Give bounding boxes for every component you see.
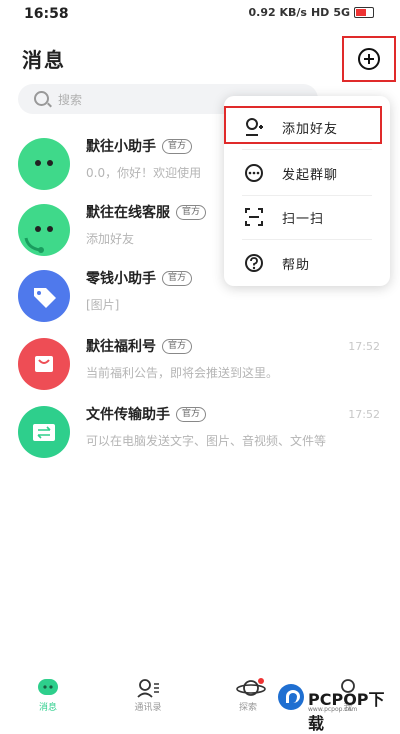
planet-icon <box>236 678 266 698</box>
battery-icon <box>354 7 374 18</box>
tab-messages[interactable]: 消息 <box>18 676 78 720</box>
conversation-name: 默往在线客服 <box>86 205 170 221</box>
tab-label: 探索 <box>238 703 257 713</box>
tab-contacts[interactable]: 通讯录 <box>118 676 178 720</box>
menu-item-help[interactable]: 帮助 <box>224 240 390 286</box>
conversation-time: 17:52 <box>348 408 380 421</box>
headset-icon <box>24 237 44 253</box>
official-badge: 官方 <box>162 270 193 286</box>
search-placeholder: 搜索 <box>58 93 83 107</box>
menu-item-scan[interactable]: 扫一扫 <box>224 194 390 240</box>
conversation-name-row: 文件传输助手 官方 <box>86 404 207 424</box>
conversation-name: 默往福利号 <box>86 339 156 355</box>
search-icon <box>34 91 49 106</box>
tab-explore[interactable]: 探索 <box>218 676 278 720</box>
signal-indicator: 5G <box>333 6 350 19</box>
official-badge: 官方 <box>176 204 207 220</box>
official-badge: 官方 <box>176 406 207 422</box>
tab-label: 通讯录 <box>134 703 162 713</box>
transfer-glyph <box>33 424 55 441</box>
scan-icon <box>244 207 264 227</box>
help-icon <box>244 253 264 273</box>
conversation-name: 零钱小助手 <box>86 271 156 287</box>
contacts-icon <box>136 678 160 698</box>
headset-face-icon <box>18 204 70 256</box>
highlight-box <box>224 106 382 144</box>
add-menu-button[interactable] <box>342 36 396 82</box>
tab-label: 消息 <box>38 703 57 713</box>
shopping-bag-icon <box>18 338 70 390</box>
menu-item-group-chat[interactable]: 发起群聊 <box>224 150 390 196</box>
conversation-name-row: 默往在线客服 官方 <box>86 202 207 222</box>
conversation-name: 文件传输助手 <box>86 407 170 423</box>
menu-item-label: 帮助 <box>282 258 311 273</box>
conversation-item[interactable]: 默往福利号 官方 当前福利公告，即将会推送到这里。 17:52 <box>0 330 400 398</box>
conversation-time: 17:52 <box>348 340 380 353</box>
group-chat-icon <box>244 163 264 183</box>
menu-item-label: 发起群聊 <box>282 168 339 183</box>
official-badge: 官方 <box>162 138 193 154</box>
conversation-name: 默往小助手 <box>86 139 156 155</box>
plus-circle-icon <box>358 48 380 70</box>
hd-indicator: HD <box>310 6 330 19</box>
conversation-name-row: 默往福利号 官方 <box>86 336 193 356</box>
chat-face-icon <box>18 138 70 190</box>
conversation-item[interactable]: 文件传输助手 官方 可以在电脑发送文字、图片、音视频、文件等 17:52 <box>0 398 400 466</box>
tag-glyph <box>34 288 56 308</box>
conversation-name-row: 零钱小助手 官方 <box>86 268 193 288</box>
status-bar: 16:58 0.92 KB/s HD 5G <box>0 0 400 28</box>
conversation-name-row: 默往小助手 官方 <box>86 136 193 156</box>
conversation-preview: 可以在电脑发送文字、图片、音视频、文件等 <box>86 434 327 448</box>
menu-item-label: 扫一扫 <box>282 212 325 227</box>
bag-glyph <box>35 356 53 372</box>
chat-bubble-icon <box>36 678 60 698</box>
watermark: PCPOP下载 www.pcpop.com <box>278 682 400 733</box>
price-tag-icon <box>18 270 70 322</box>
official-badge: 官方 <box>162 338 193 354</box>
watermark-url: www.pcpop.com <box>308 706 358 713</box>
header: 消息 <box>0 40 400 80</box>
network-speed: 0.92 KB/s <box>248 6 307 19</box>
status-indicators: 0.92 KB/s HD 5G <box>249 6 374 19</box>
conversation-preview: [图片] <box>86 298 120 312</box>
page-title: 消息 <box>22 48 66 72</box>
pcpop-logo-icon <box>278 684 304 710</box>
conversation-preview: 当前福利公告，即将会推送到这里。 <box>86 366 279 380</box>
transfer-icon <box>18 406 70 458</box>
